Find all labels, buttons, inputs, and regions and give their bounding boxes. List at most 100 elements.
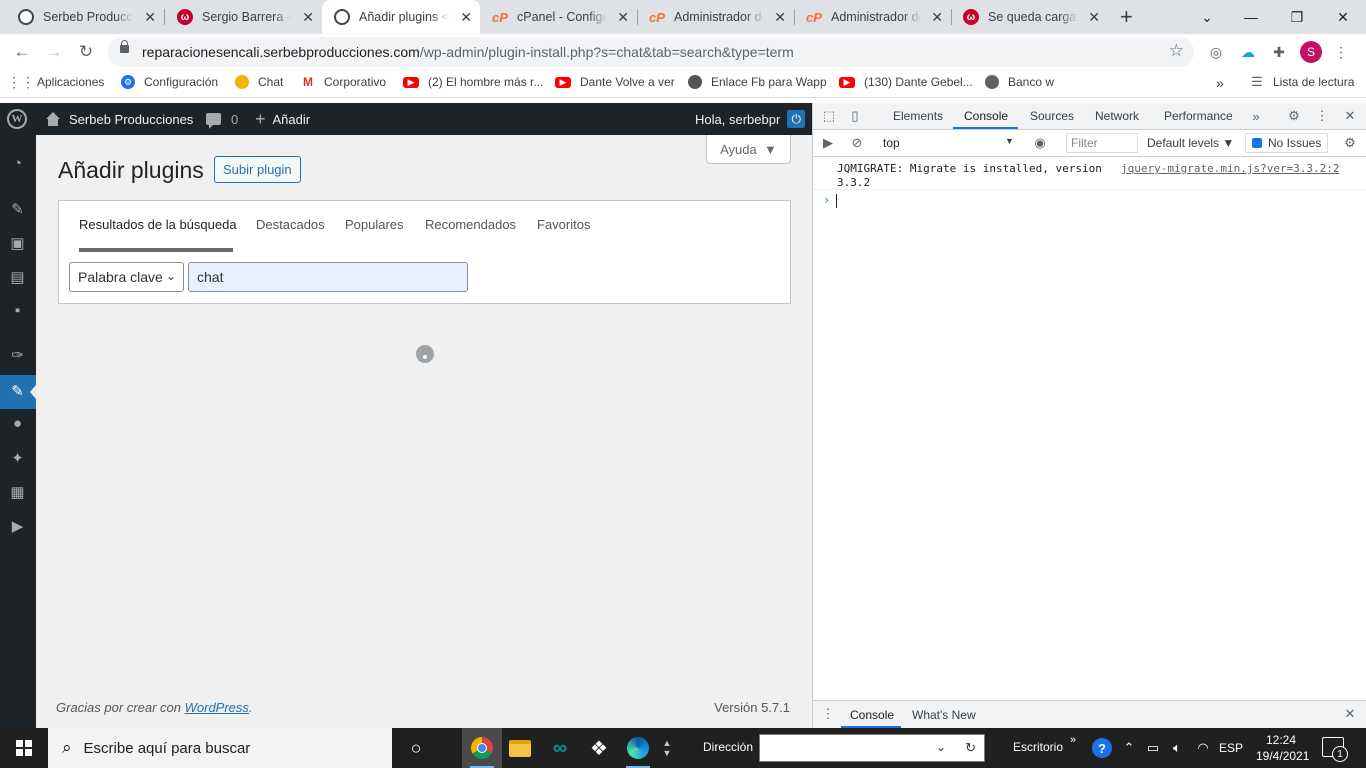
chrome-taskbar-app[interactable] [462, 728, 502, 768]
taskbar-clock[interactable]: 12:24 19/4/2021 [1256, 732, 1309, 764]
bookmark-item[interactable]: Banco w [985, 75, 1054, 89]
browser-tab[interactable]: ω Sergio Barrera – A ✕ [165, 0, 322, 34]
cortana-icon[interactable]: ○ [396, 728, 436, 768]
sidebar-toggle-icon[interactable]: ▶ [819, 134, 837, 152]
language-indicator[interactable]: ESP [1216, 728, 1246, 768]
help-icon[interactable]: ? [1090, 728, 1114, 768]
tab-network[interactable]: Network [1095, 109, 1139, 123]
close-tab-icon[interactable]: ✕ [617, 9, 629, 26]
tab-search-icon[interactable]: ⌄ [1184, 0, 1230, 34]
comments-icon[interactable]: ▪ [8, 301, 27, 320]
reading-list[interactable]: ☰ Lista de lectura [1250, 74, 1354, 89]
tab-popular[interactable]: Populares [345, 217, 404, 232]
context-selector[interactable]: top [883, 136, 900, 150]
clear-console-icon[interactable]: ⊘ [848, 134, 866, 152]
posts-pin-icon[interactable]: ✎ [8, 199, 27, 218]
address-bar[interactable]: reparacionesencali.serbebproducciones.co… [108, 37, 1194, 67]
new-tab-icon[interactable]: + [1120, 4, 1133, 30]
search-type-select[interactable]: Palabra clave ⌄ [69, 262, 184, 292]
bookmark-item[interactable]: ▶ (130) Dante Gebel... [839, 75, 973, 89]
dashboard-icon[interactable]: ◔ [8, 154, 27, 173]
console-settings-icon[interactable]: ⚙ [1341, 134, 1359, 152]
bookmarks-overflow-icon[interactable]: » [1216, 75, 1224, 91]
close-window-icon[interactable]: ✕ [1320, 0, 1366, 34]
taskbar-search-box[interactable]: ⌕ Escribe aquí para buscar [48, 728, 392, 768]
bookmark-item[interactable]: M Corporativo [301, 75, 386, 89]
close-tab-icon[interactable]: ✕ [931, 9, 943, 26]
bookmark-star-icon[interactable]: ☆ [1169, 41, 1184, 61]
puzzle-icon[interactable]: ✚ [1268, 41, 1290, 63]
account-menu[interactable]: Hola, serbebpr ⏻ [695, 103, 806, 135]
close-tab-icon[interactable]: ✕ [774, 9, 786, 26]
users-icon[interactable]: ● [8, 414, 27, 433]
bookmark-item[interactable]: ▶ (2) El hombre más r... [403, 75, 543, 89]
browser-tab[interactable]: cP Administrador de ✕ [794, 0, 951, 34]
chevron-down-icon[interactable]: ⌄ [936, 740, 946, 754]
volume-icon[interactable]: 🔈︎ [1166, 728, 1188, 768]
close-tab-icon[interactable]: ✕ [144, 9, 156, 26]
media-icon[interactable]: ▣ [8, 233, 27, 252]
drawer-tab-whats-new[interactable]: What's New [912, 708, 976, 722]
browser-tab[interactable]: Serbeb Produccio ✕ [0, 0, 164, 34]
close-tab-icon[interactable]: ✕ [1088, 9, 1100, 26]
tab-sources[interactable]: Sources [1030, 109, 1074, 123]
browser-tab[interactable]: cP Administrador de ✕ [637, 0, 794, 34]
start-button[interactable] [0, 728, 48, 768]
file-explorer-app[interactable] [500, 728, 540, 768]
lock-icon[interactable] [120, 40, 129, 53]
settings-icon[interactable]: ▦ [8, 482, 27, 501]
browser-tab[interactable]: cP cPanel - Configur ✕ [480, 0, 637, 34]
comments-link[interactable]: 0 [206, 103, 238, 135]
help-tab-button[interactable]: Ayuda ▼ [706, 135, 791, 164]
bookmark-item[interactable]: Chat [235, 75, 283, 89]
inspect-element-icon[interactable]: ⬚ [820, 107, 838, 125]
bookmark-item[interactable]: ⋮⋮ Aplicaciones [7, 74, 104, 90]
close-tab-icon[interactable]: ✕ [302, 9, 314, 26]
tab-console[interactable]: Console [964, 109, 1008, 123]
forward-icon[interactable]: → [42, 40, 66, 64]
console-input-caret[interactable] [836, 194, 837, 208]
tab-recommended[interactable]: Recomendados [425, 217, 516, 232]
plugins-icon[interactable]: ✎ [8, 381, 27, 400]
bookmark-item[interactable]: ▶ Dante Volve a ver [555, 75, 675, 89]
device-toolbar-icon[interactable]: ▯ [846, 107, 864, 125]
url-text[interactable]: reparacionesencali.serbebproducciones.co… [142, 44, 794, 60]
tab-favorites[interactable]: Favoritos [537, 217, 590, 232]
bookmark-item[interactable]: Enlace Fb para Wapp [688, 75, 827, 89]
add-new-link[interactable]: + Añadir [255, 103, 310, 135]
wordpress-link[interactable]: WordPress [185, 700, 249, 715]
settings-gear-icon[interactable]: ⚙ [1285, 107, 1303, 125]
kebab-menu-icon[interactable]: ⋮ [1313, 107, 1331, 125]
show-hidden-icons[interactable]: ⌃ [1120, 728, 1138, 768]
wifi-icon[interactable]: ◠ [1192, 728, 1214, 768]
console-source-link[interactable]: jquery-migrate.min.js?ver=3.3.2:2 [1121, 162, 1340, 175]
tab-featured[interactable]: Destacados [256, 217, 325, 232]
browser-tab-active[interactable]: Añadir plugins < ✕ [322, 0, 480, 34]
refresh-go-icon[interactable]: ↻ [965, 740, 976, 756]
bookmark-item[interactable]: ⚙ Configuración [121, 75, 218, 89]
appearance-icon[interactable]: ✑ [8, 345, 27, 364]
tab-performance[interactable]: Performance [1164, 109, 1233, 123]
profile-avatar[interactable]: S [1300, 41, 1322, 63]
tab-search-results[interactable]: Resultados de la búsqueda [79, 217, 237, 232]
cloud-extension-icon[interactable]: ☁ [1237, 41, 1259, 63]
pages-icon[interactable]: ▤ [8, 267, 27, 286]
issues-button[interactable]: No Issues [1245, 133, 1329, 153]
console-filter-input[interactable]: Filter [1066, 133, 1138, 153]
eye-icon[interactable]: ◉ [1031, 134, 1049, 152]
battery-icon[interactable]: ▭ [1142, 728, 1164, 768]
context-dropdown-icon[interactable]: ▼ [1005, 136, 1014, 146]
edge-app[interactable] [618, 728, 658, 768]
desktop-toolbar-label[interactable]: Escritorio [1013, 740, 1063, 754]
drawer-tab-console[interactable]: Console [850, 708, 894, 722]
address-toolbar-input[interactable]: ⌄ ↻ [759, 734, 985, 762]
tab-elements[interactable]: Elements [893, 109, 943, 123]
scroll-arrows-icon[interactable]: ▲ ▼ [657, 728, 677, 768]
tools-wrench-icon[interactable]: ✦ [8, 448, 27, 467]
site-name-link[interactable]: Serbeb Producciones [45, 103, 193, 135]
reload-icon[interactable]: ↻ [74, 40, 98, 64]
extension-icon[interactable]: ◎ [1205, 41, 1227, 63]
close-devtools-icon[interactable]: ✕ [1341, 107, 1359, 125]
toolbar-overflow-icon[interactable]: » [1066, 720, 1080, 760]
wp-logo-menu[interactable]: W [7, 103, 27, 135]
